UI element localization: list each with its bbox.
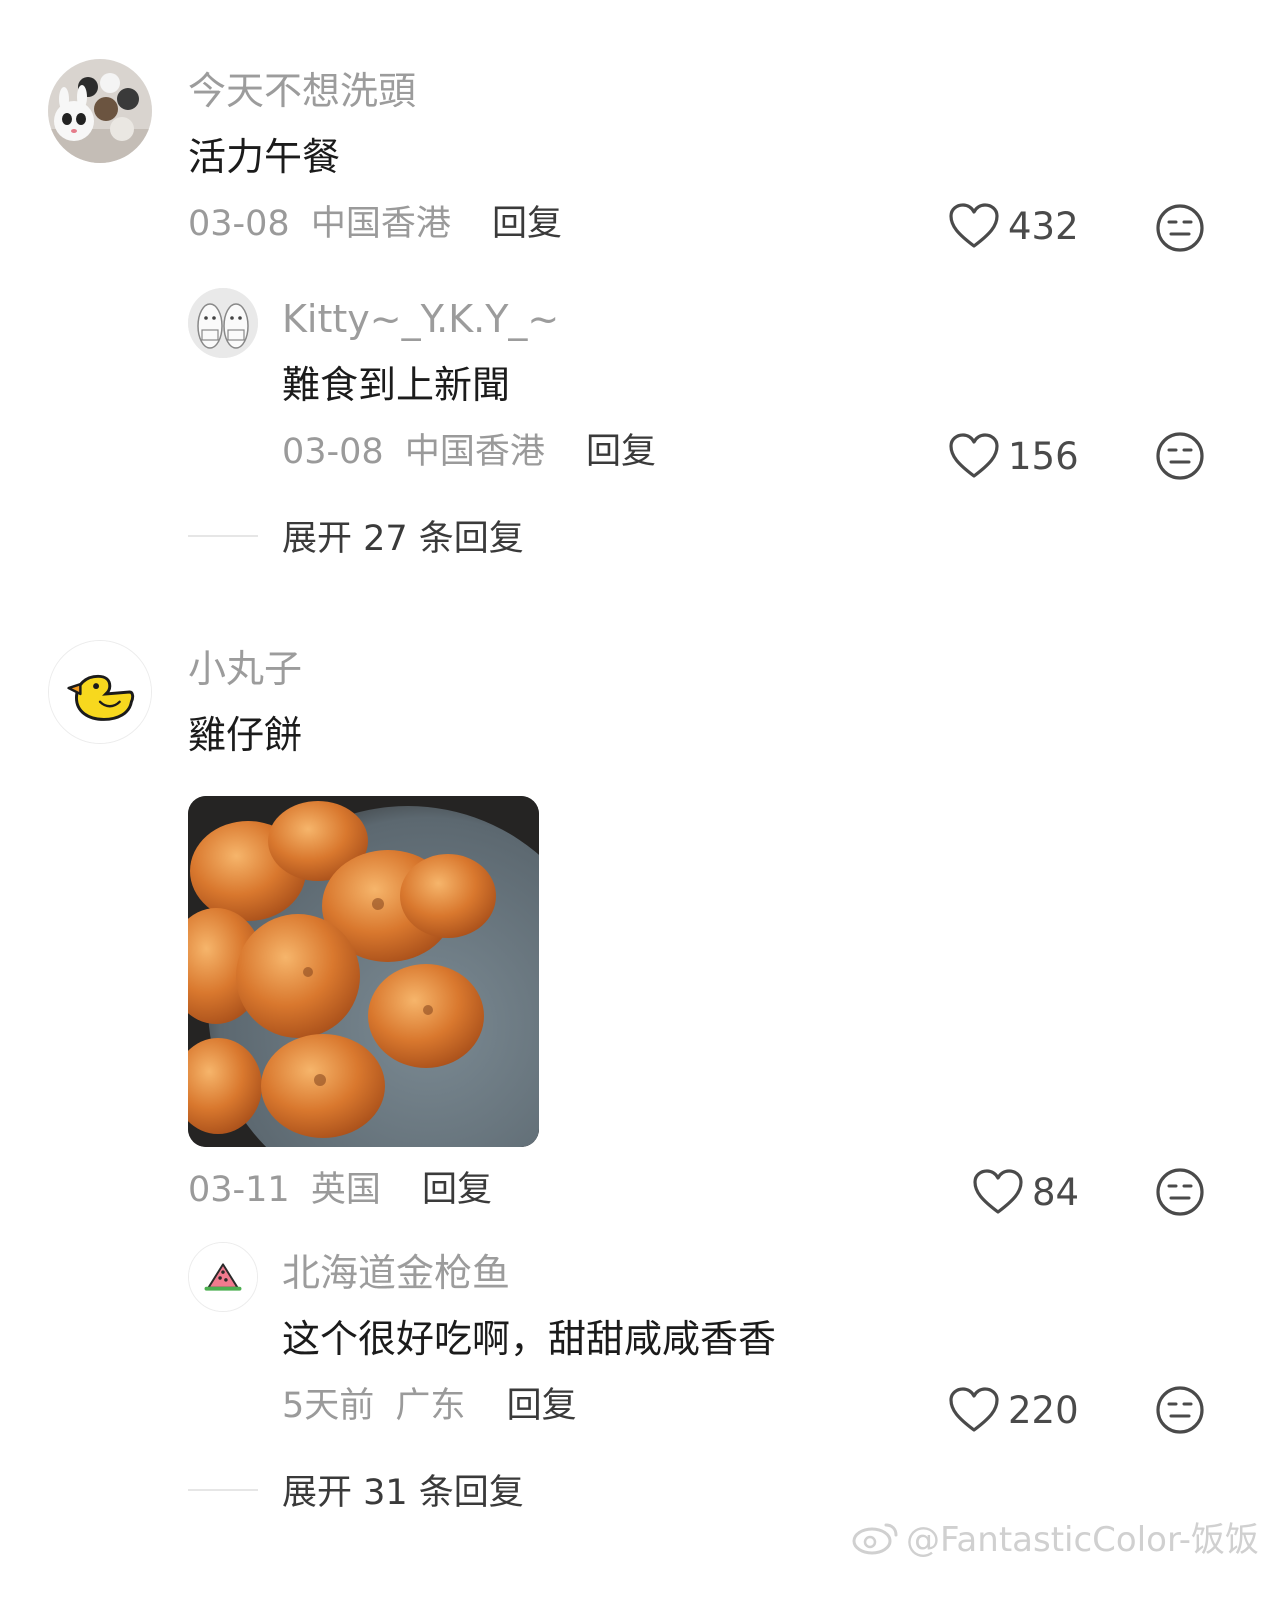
reply-meta: 5天前 广东 回复 (282, 1384, 577, 1428)
dislike-face-icon[interactable] (1154, 1384, 1206, 1436)
heart-icon (949, 203, 999, 248)
dislike-face-icon[interactable] (1154, 202, 1206, 254)
reply-username[interactable]: 北海道金枪鱼 (282, 1250, 510, 1296)
heart-icon (949, 1387, 999, 1432)
reply-avatar[interactable] (188, 1242, 258, 1312)
divider-line (188, 1488, 258, 1491)
dislike-face-icon[interactable] (1154, 430, 1206, 482)
like-count: 156 (1008, 434, 1079, 478)
expand-replies-label: 展开 31 条回复 (282, 1473, 524, 1513)
reply-text: 这个很好吃啊，甜甜咸咸香香 (282, 1317, 777, 1361)
heart-icon (949, 433, 999, 478)
heart-icon (973, 1169, 1023, 1214)
comment-username[interactable]: 今天不想洗頭 (188, 68, 416, 114)
chicken-cakes-photo (188, 796, 539, 1147)
comment-meta: 03-08 中国香港 回复 (188, 202, 562, 246)
like-count: 84 (1032, 1170, 1080, 1214)
plush-toys-avatar-image (48, 59, 152, 163)
divider-line (188, 534, 258, 537)
reply-meta: 03-08 中国香港 回复 (282, 430, 656, 474)
comment-meta: 03-11 英国 回复 (188, 1168, 492, 1212)
watermelon-avatar-image (189, 1243, 257, 1311)
comment-username[interactable]: 小丸子 (188, 646, 302, 692)
like-count: 432 (1008, 204, 1079, 248)
reply-button[interactable]: 回复 (507, 1386, 577, 1426)
reply-date: 5天前 (282, 1386, 375, 1426)
comment-image[interactable] (188, 796, 539, 1147)
dislike-face-icon[interactable] (1154, 1166, 1206, 1218)
comment-location: 中国香港 (310, 204, 451, 244)
like-count: 220 (1008, 1388, 1079, 1432)
weibo-logo-icon (852, 1523, 898, 1554)
comment-date: 03-11 (188, 1170, 290, 1210)
like-button[interactable]: 156 (948, 432, 1079, 480)
comment-text: 雞仔餅 (188, 713, 303, 757)
reply-location: 中国香港 (404, 432, 545, 472)
reply-location: 广东 (395, 1386, 466, 1426)
avatar[interactable] (48, 59, 152, 163)
expand-replies-label: 展开 27 条回复 (282, 519, 524, 559)
comment-date: 03-08 (188, 204, 290, 244)
reply-button[interactable]: 回复 (492, 204, 562, 244)
sketch-characters-avatar-image (188, 288, 258, 358)
like-button[interactable]: 84 (972, 1168, 1079, 1216)
comment-location: 英国 (310, 1170, 381, 1210)
reply-button[interactable]: 回复 (422, 1170, 492, 1210)
like-button[interactable]: 220 (948, 1386, 1079, 1434)
watermark-text: @FantasticColor-饭饭 (906, 1520, 1260, 1560)
reply-button[interactable]: 回复 (586, 432, 656, 472)
expand-replies-button[interactable]: 展开 27 条回复 (188, 510, 524, 561)
comment-text: 活力午餐 (188, 135, 341, 179)
reply-date: 03-08 (282, 432, 384, 472)
reply-text: 難食到上新聞 (282, 363, 511, 407)
reply-username[interactable]: Kitty~_Y.K.Y_~ (282, 296, 559, 342)
watermark: @FantasticColor-饭饭 (850, 1512, 1259, 1561)
like-button[interactable]: 432 (948, 202, 1079, 250)
duck-avatar-image (49, 641, 151, 743)
avatar[interactable] (48, 640, 152, 744)
reply-avatar[interactable] (188, 288, 258, 358)
expand-replies-button[interactable]: 展开 31 条回复 (188, 1464, 524, 1515)
